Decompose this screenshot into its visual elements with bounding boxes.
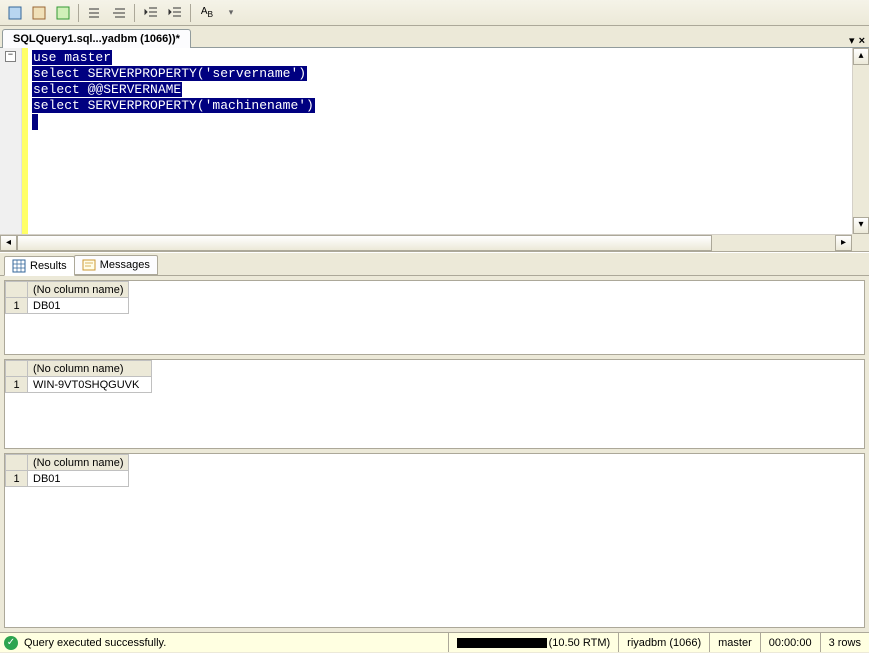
result-grid-1: (No column name) 1DB01 — [4, 280, 865, 355]
cell[interactable]: WIN-9VT0SHQGUVK — [28, 377, 152, 393]
row-number[interactable]: 1 — [6, 471, 28, 487]
close-icon[interactable]: × — [859, 35, 865, 47]
code-line-2: select SERVERPROPERTY('servername') — [32, 66, 307, 81]
success-icon — [4, 636, 18, 650]
scroll-corner — [852, 234, 869, 251]
code-line-1: use master — [32, 50, 112, 65]
document-tab-bar: SQLQuery1.sql...yadbm (1066))* ▾ × — [0, 26, 869, 48]
fold-gutter: − — [0, 48, 22, 251]
grid-icon — [12, 259, 26, 273]
indent-btn[interactable] — [84, 3, 106, 23]
status-message: Query executed successfully. — [22, 637, 448, 649]
status-database: master — [709, 633, 760, 652]
increase-indent-btn[interactable] — [164, 3, 186, 23]
tab-messages[interactable]: Messages — [74, 255, 158, 275]
comment-btn[interactable]: AB — [196, 3, 218, 23]
result-grid-2: (No column name) 1WIN-9VT0SHQGUVK — [4, 359, 865, 449]
status-server: (10.50 RTM) — [448, 633, 619, 652]
scroll-up-icon[interactable]: ▴ — [853, 48, 869, 65]
row-number[interactable]: 1 — [6, 377, 28, 393]
toolbar-separator — [134, 4, 136, 22]
status-bar: Query executed successfully. (10.50 RTM)… — [0, 632, 869, 652]
cell[interactable]: DB01 — [28, 471, 129, 487]
toolbar-separator — [78, 4, 80, 22]
grid-corner[interactable] — [6, 282, 28, 298]
grid-3[interactable]: (No column name) 1DB01 — [5, 454, 129, 487]
status-rowcount: 3 rows — [820, 633, 869, 652]
tab-messages-label: Messages — [100, 259, 150, 271]
results-tabstrip: Results Messages — [0, 252, 869, 276]
code-area[interactable]: use master select SERVERPROPERTY('server… — [28, 48, 869, 251]
row-number[interactable]: 1 — [6, 298, 28, 314]
tab-results[interactable]: Results — [4, 256, 75, 276]
sql-editor[interactable]: − use master select SERVERPROPERTY('serv… — [0, 48, 869, 252]
status-time: 00:00:00 — [760, 633, 820, 652]
dropdown-icon[interactable]: ▾ — [849, 34, 855, 47]
vertical-scrollbar[interactable]: ▴ ▾ — [852, 48, 869, 234]
status-user: riyadbm (1066) — [618, 633, 709, 652]
scroll-down-icon[interactable]: ▾ — [853, 217, 869, 234]
column-header[interactable]: (No column name) — [28, 361, 152, 377]
scroll-thumb[interactable] — [17, 235, 712, 251]
text-cursor — [32, 114, 38, 130]
fold-toggle[interactable]: − — [5, 51, 16, 62]
uncomment-btn[interactable]: ▾ — [220, 3, 242, 23]
column-header[interactable]: (No column name) — [28, 282, 129, 298]
grid-1[interactable]: (No column name) 1DB01 — [5, 281, 129, 314]
document-tab[interactable]: SQLQuery1.sql...yadbm (1066))* — [2, 29, 191, 48]
column-header[interactable]: (No column name) — [28, 455, 129, 471]
tab-results-label: Results — [30, 260, 67, 272]
toolbar-btn-1[interactable] — [4, 3, 26, 23]
decrease-indent-btn[interactable] — [140, 3, 162, 23]
redacted-server — [457, 638, 547, 648]
cell[interactable]: DB01 — [28, 298, 129, 314]
horizontal-scrollbar[interactable]: ◂ ▸ — [0, 234, 852, 251]
results-area: (No column name) 1DB01 (No column name) … — [0, 276, 869, 632]
code-line-3: select @@SERVERNAME — [32, 82, 182, 97]
toolbar-separator — [190, 4, 192, 22]
toolbar: AB ▾ — [0, 0, 869, 26]
grid-corner[interactable] — [6, 455, 28, 471]
toolbar-btn-2[interactable] — [28, 3, 50, 23]
grid-2[interactable]: (No column name) 1WIN-9VT0SHQGUVK — [5, 360, 152, 393]
code-line-4: select SERVERPROPERTY('machinename') — [32, 98, 315, 113]
messages-icon — [82, 258, 96, 272]
outdent-btn[interactable] — [108, 3, 130, 23]
scroll-left-icon[interactable]: ◂ — [0, 235, 17, 251]
result-grid-3: (No column name) 1DB01 — [4, 453, 865, 628]
scroll-right-icon[interactable]: ▸ — [835, 235, 852, 251]
toolbar-btn-3[interactable] — [52, 3, 74, 23]
grid-corner[interactable] — [6, 361, 28, 377]
tab-title: SQLQuery1.sql...yadbm (1066))* — [13, 33, 180, 45]
